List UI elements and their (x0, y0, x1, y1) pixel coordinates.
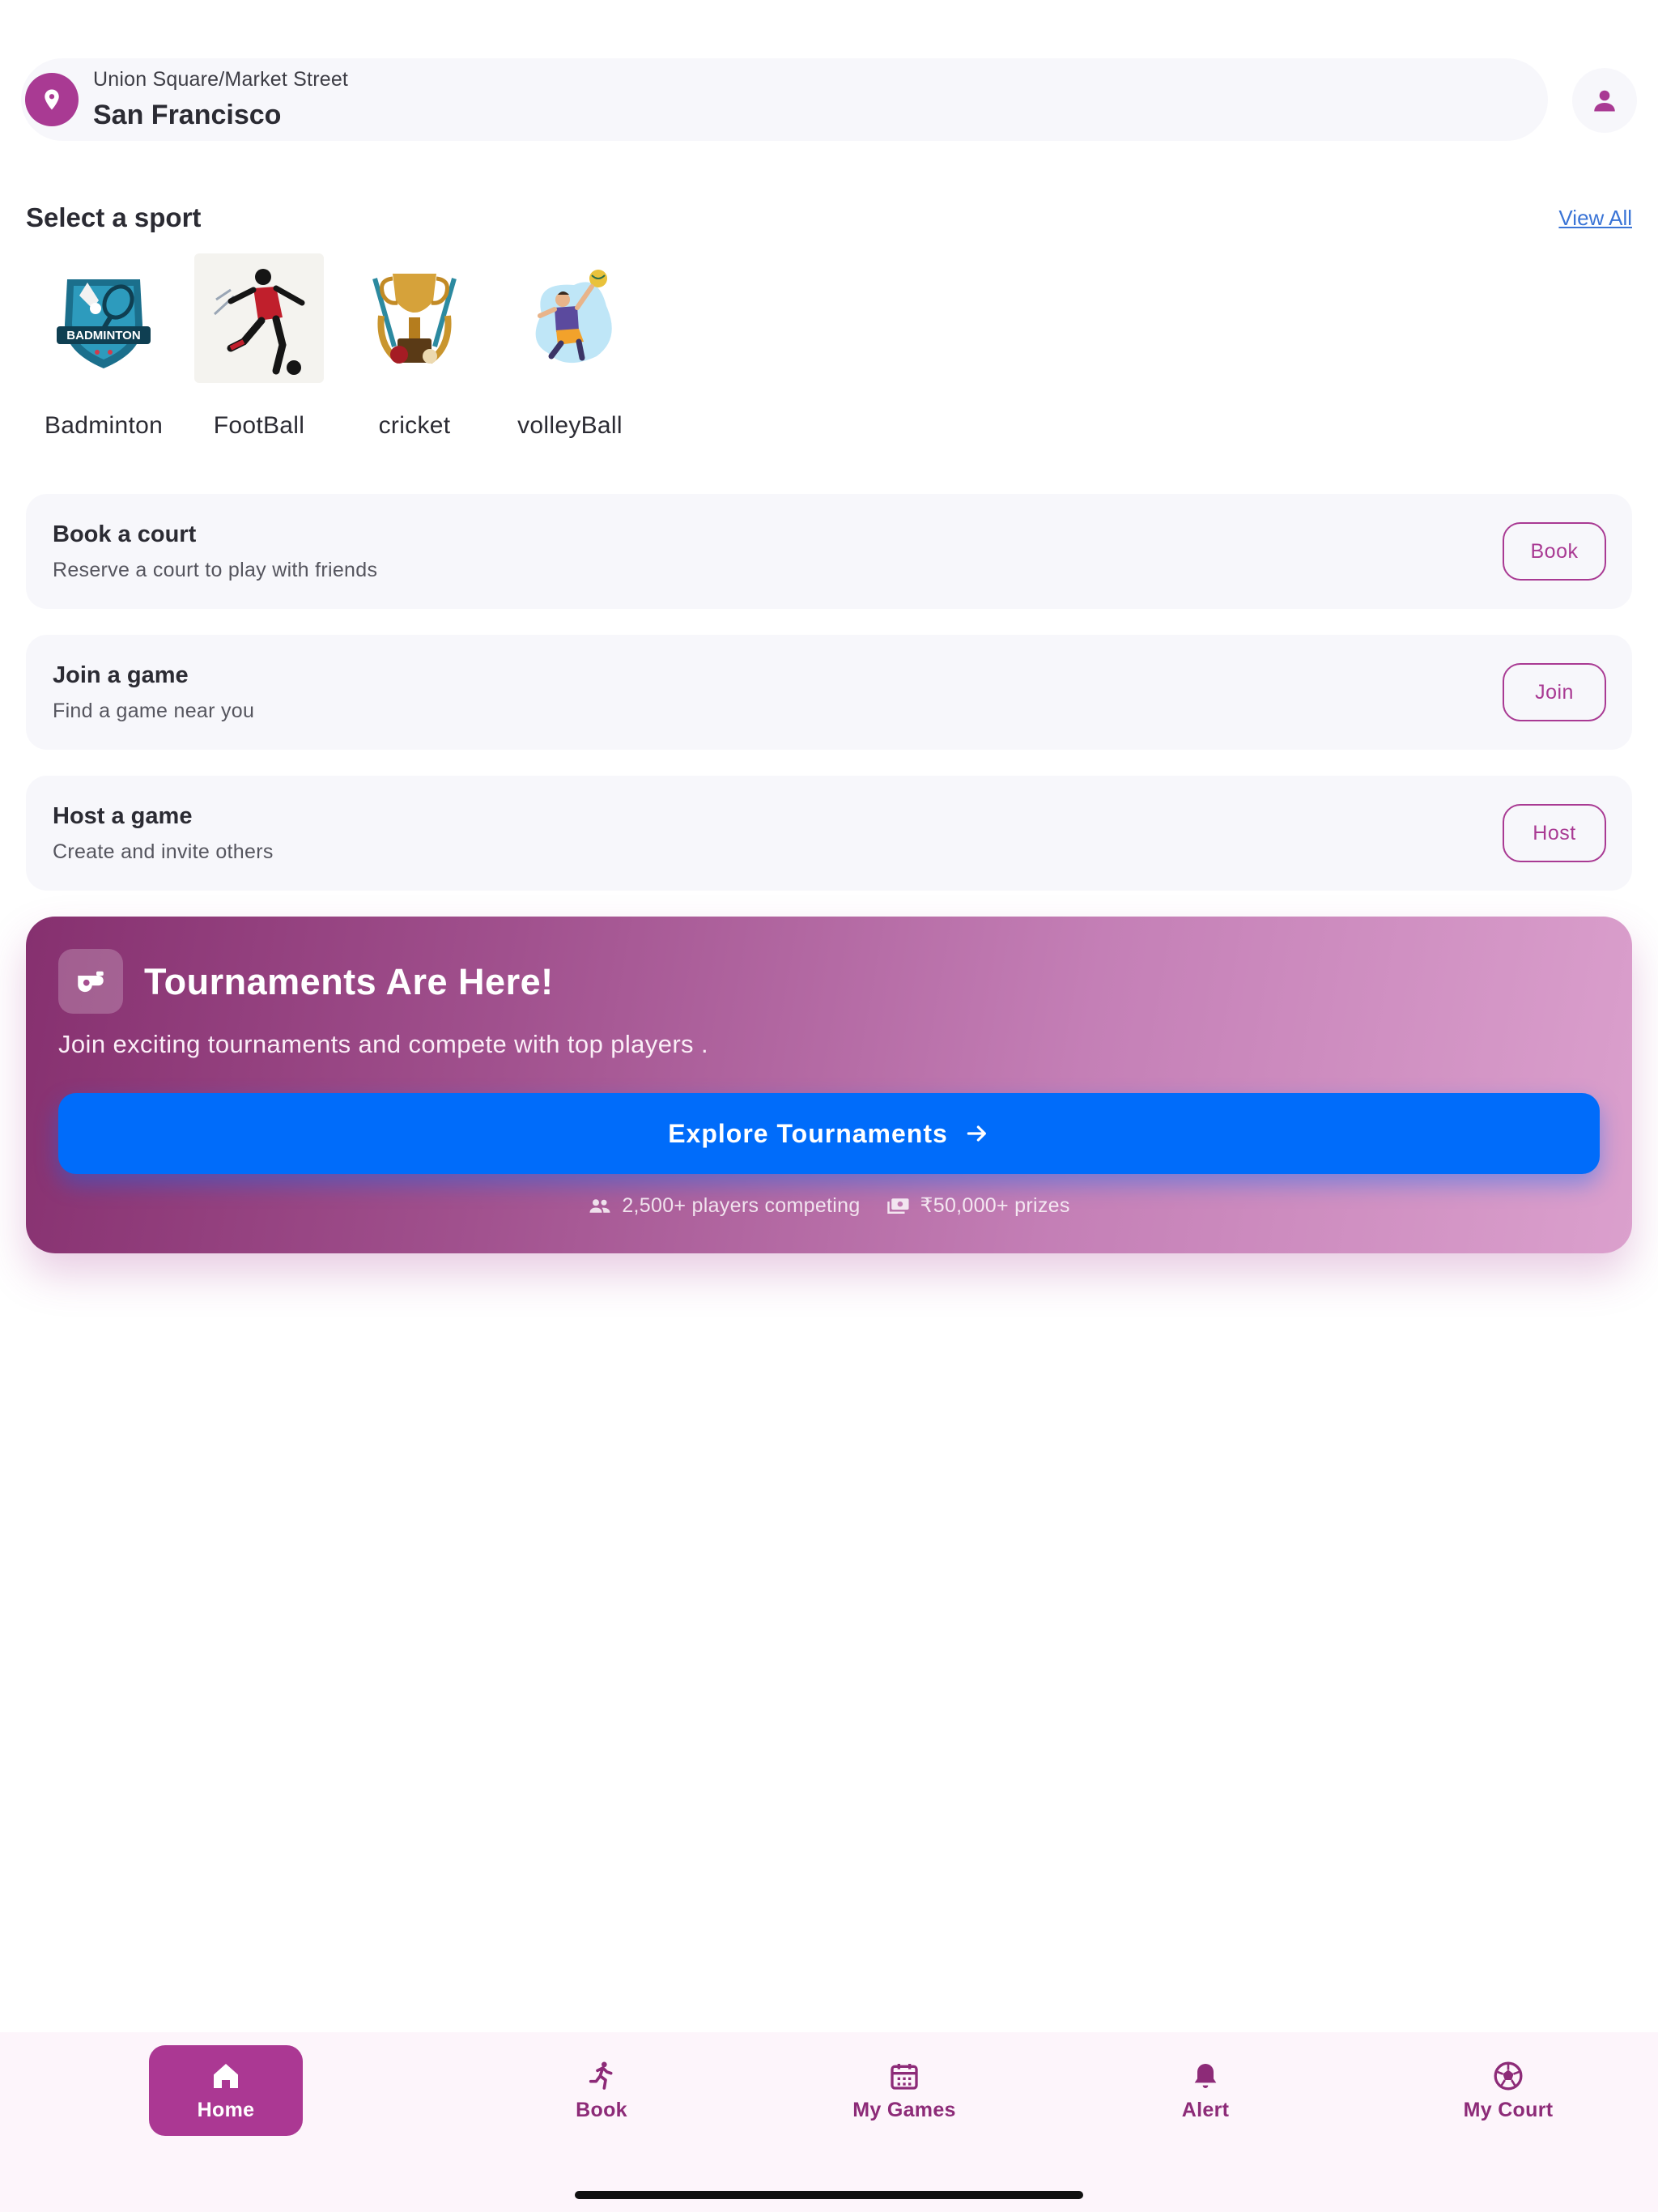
card-subtitle: Reserve a court to play with friends (53, 559, 378, 581)
tournament-title: Tournaments Are Here! (144, 961, 554, 1002)
prizes-text: ₹50,000+ prizes (920, 1194, 1070, 1217)
person-icon (1594, 90, 1615, 112)
host-game-card: Host a game Create and invite others Hos… (26, 776, 1632, 891)
players-text: 2,500+ players competing (622, 1193, 861, 1217)
sport-item-badminton[interactable]: BADMINTON Badminton (39, 253, 168, 440)
home-indicator (575, 2191, 1083, 2199)
nav-my-court[interactable]: My Court (1431, 2045, 1585, 2136)
tournament-banner: Tournaments Are Here! Join exciting tour… (26, 917, 1632, 1253)
tournament-stats: 2,500+ players competing ₹50,000+ prizes (26, 1193, 1632, 1218)
bell-icon (1194, 2063, 1217, 2088)
explore-tournaments-button[interactable]: Explore Tournaments (58, 1093, 1600, 1174)
sport-label: cricket (378, 412, 451, 439)
section-title: Select a sport (26, 202, 202, 232)
sport-item-cricket[interactable]: cricket (350, 253, 479, 440)
soccer-ball-icon (1494, 2061, 1523, 2090)
running-person-icon (589, 2061, 613, 2090)
card-title: Book a court (53, 521, 197, 547)
badminton-badge-text: BADMINTON (66, 329, 140, 342)
nav-my-games[interactable]: My Games (827, 2045, 981, 2136)
map-pin-icon (25, 73, 79, 126)
calendar-icon (891, 2063, 918, 2090)
bottom-nav: Home Book My Games Alert My Court (0, 2032, 1658, 2212)
sport-label: FootBall (213, 412, 305, 439)
nav-book[interactable]: Book (525, 2045, 678, 2136)
nav-label: Book (576, 2098, 627, 2121)
players-stat: 2,500+ players competing (588, 1193, 860, 1218)
home-screen: Union Square/Market Street San Francisco… (0, 0, 1658, 2212)
host-button[interactable]: Host (1503, 804, 1606, 862)
nav-label: My Court (1463, 2098, 1554, 2121)
join-button[interactable]: Join (1503, 663, 1606, 721)
prizes-stat: ₹50,000+ prizes (886, 1193, 1070, 1218)
volleyball-player-image (505, 253, 635, 383)
nav-home[interactable]: Home (149, 2045, 303, 2136)
book-button[interactable]: Book (1503, 522, 1606, 581)
view-all-link[interactable]: View All (1558, 206, 1632, 231)
cta-label: Explore Tournaments (668, 1118, 948, 1148)
sport-item-football[interactable]: FootBall (194, 253, 324, 440)
badminton-logo: BADMINTON (39, 253, 168, 383)
location-selector[interactable]: Union Square/Market Street San Francisco (21, 58, 1548, 141)
sport-label: Badminton (44, 412, 164, 439)
sport-label: volleyBall (517, 412, 623, 439)
profile-button[interactable] (1572, 68, 1637, 133)
tournament-subtitle: Join exciting tournaments and compete wi… (58, 1030, 708, 1058)
nav-label: Alert (1181, 2098, 1230, 2121)
cricket-trophy-image (350, 253, 479, 383)
sport-item-volleyball[interactable]: volleyBall (505, 253, 635, 440)
people-icon (589, 1199, 610, 1213)
card-title: Join a game (53, 662, 189, 688)
whistle-icon (58, 949, 123, 1014)
money-icon (886, 1198, 909, 1214)
nav-label: My Games (852, 2098, 956, 2121)
home-icon (214, 2063, 238, 2088)
card-subtitle: Find a game near you (53, 700, 255, 722)
location-area: Union Square/Market Street (93, 68, 349, 91)
card-subtitle: Create and invite others (53, 840, 274, 863)
book-court-card: Book a court Reserve a court to play wit… (26, 494, 1632, 609)
nav-label: Home (197, 2098, 255, 2121)
location-city: San Francisco (93, 100, 282, 130)
card-title: Host a game (53, 803, 193, 829)
football-player-image (194, 253, 324, 383)
nav-alert[interactable]: Alert (1129, 2045, 1282, 2136)
arrow-right-icon (967, 1125, 986, 1142)
join-game-card: Join a game Find a game near you Join (26, 635, 1632, 750)
